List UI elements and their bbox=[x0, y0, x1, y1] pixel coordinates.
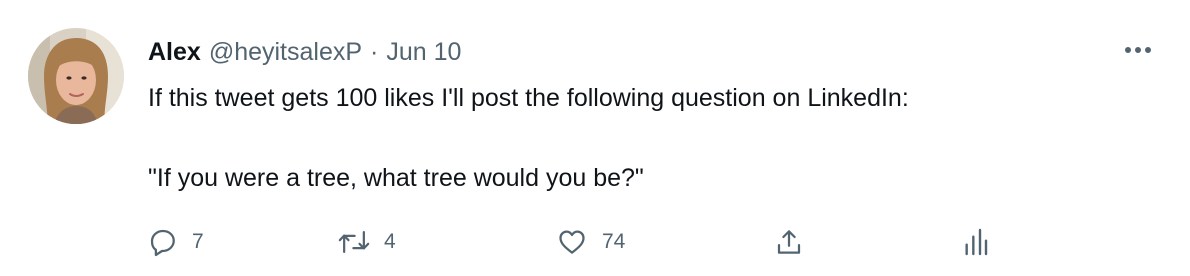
reply-icon bbox=[148, 227, 178, 257]
more-button[interactable] bbox=[1118, 34, 1158, 66]
analytics-icon bbox=[964, 226, 988, 258]
tweet-text-line: "If you were a tree, what tree would you… bbox=[148, 164, 644, 192]
avatar[interactable] bbox=[28, 28, 124, 124]
retweet-count: 4 bbox=[384, 230, 396, 253]
tweet-card[interactable]: Alex @heyitsalexP · Jun 10 If this tweet… bbox=[0, 0, 1190, 276]
share-icon bbox=[774, 226, 804, 258]
tweet-text-line: If this tweet gets 100 likes I'll post t… bbox=[148, 84, 909, 112]
reply-count: 7 bbox=[192, 230, 204, 253]
tweet-actions: 7 4 74 bbox=[148, 222, 1048, 262]
author-handle[interactable]: @heyitsalexP bbox=[209, 38, 362, 67]
more-icon bbox=[1124, 41, 1152, 59]
analytics-button[interactable] bbox=[964, 222, 988, 262]
heart-icon bbox=[556, 227, 588, 257]
like-button[interactable]: 74 bbox=[556, 222, 625, 262]
share-button[interactable] bbox=[774, 222, 804, 262]
like-count: 74 bbox=[602, 230, 626, 253]
retweet-icon bbox=[338, 227, 370, 257]
reply-button[interactable]: 7 bbox=[148, 222, 204, 262]
separator-dot: · bbox=[370, 37, 379, 66]
author-name[interactable]: Alex bbox=[148, 38, 201, 67]
tweet-header: Alex @heyitsalexP · Jun 10 bbox=[148, 34, 461, 70]
retweet-button[interactable]: 4 bbox=[338, 222, 396, 262]
tweet-text: If this tweet gets 100 likes I'll post t… bbox=[148, 78, 1148, 198]
tweet-date[interactable]: Jun 10 bbox=[386, 38, 461, 67]
